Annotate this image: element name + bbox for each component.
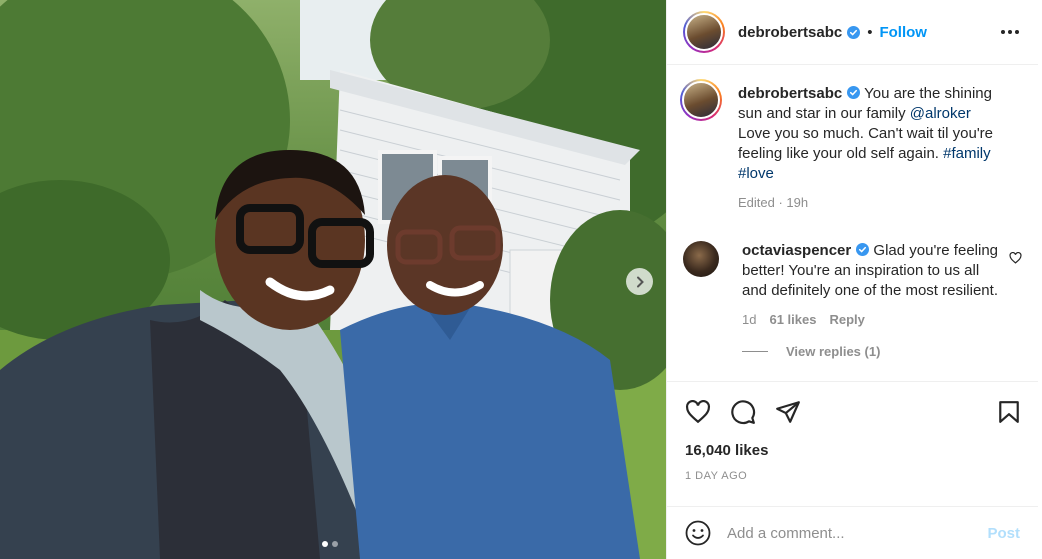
comment-text: octaviaspencer Glad you're feeling bette… — [742, 241, 1000, 301]
more-options-button[interactable] — [1000, 29, 1020, 35]
post-actions: 16,040 likes 1 DAY AGO — [667, 381, 1038, 482]
separator-dot: • — [867, 23, 873, 41]
author-avatar[interactable] — [683, 11, 725, 53]
view-replies-label: View replies (1) — [786, 344, 881, 359]
add-comment-bar: Post — [667, 506, 1038, 559]
emoji-button[interactable] — [685, 520, 711, 546]
save-button[interactable] — [998, 400, 1020, 424]
post-side-panel: debrobertsabc • Follow debrobertsabc You… — [666, 0, 1038, 559]
comment: octaviaspencer Glad you're feeling bette… — [683, 241, 1022, 330]
post-date[interactable]: 1 DAY AGO — [685, 470, 1020, 482]
mention-link[interactable]: @alroker — [910, 105, 971, 122]
hashtag-link[interactable]: #love — [738, 165, 774, 182]
like-button[interactable] — [685, 400, 711, 424]
caption-text: debrobertsabc You are the shining sun an… — [738, 84, 996, 184]
carousel-dot-active — [322, 541, 328, 547]
comments-section: debrobertsabc You are the shining sun an… — [667, 65, 1038, 381]
comment-input[interactable] — [727, 524, 988, 542]
caption-meta: Edited · 19h — [738, 195, 809, 210]
heart-icon — [1009, 251, 1022, 264]
share-button[interactable] — [775, 400, 801, 424]
verified-icon — [847, 25, 861, 39]
comment-time[interactable]: 1d — [742, 310, 756, 330]
hashtag-link[interactable]: #family — [943, 145, 991, 162]
verified-icon — [847, 86, 861, 99]
carousel-next-button[interactable] — [626, 268, 653, 295]
verified-icon — [856, 243, 870, 256]
photo-illustration — [0, 0, 666, 559]
carousel-dot — [332, 541, 338, 547]
follow-button[interactable]: Follow — [879, 24, 927, 41]
likes-count[interactable]: 16,040 likes — [685, 442, 1020, 459]
share-icon — [776, 401, 800, 423]
chevron-right-icon — [636, 276, 644, 287]
comment-icon — [731, 400, 756, 425]
author-username[interactable]: debrobertsabc — [738, 24, 842, 41]
post-header: debrobertsabc • Follow — [667, 0, 1038, 65]
post-photo[interactable] — [0, 0, 666, 559]
heart-icon — [686, 400, 710, 424]
caption: debrobertsabc You are the shining sun an… — [680, 79, 1022, 213]
comment-button[interactable] — [730, 399, 756, 425]
caption-avatar[interactable] — [680, 79, 722, 121]
comment-meta: 1d 61 likes Reply — [742, 310, 1000, 330]
save-icon — [999, 401, 1019, 423]
comment-likes[interactable]: 61 likes — [769, 310, 816, 330]
emoji-icon — [685, 520, 711, 546]
like-comment-button[interactable] — [1009, 251, 1022, 269]
view-replies-button[interactable]: View replies (1) — [742, 344, 1022, 359]
caption-username[interactable]: debrobertsabc — [738, 85, 842, 102]
carousel-dots — [322, 541, 338, 547]
reply-button[interactable]: Reply — [829, 310, 864, 330]
commenter-avatar[interactable] — [683, 241, 719, 277]
more-icon — [1001, 30, 1019, 34]
post-comment-button[interactable]: Post — [987, 525, 1020, 542]
commenter-username[interactable]: octaviaspencer — [742, 242, 851, 259]
